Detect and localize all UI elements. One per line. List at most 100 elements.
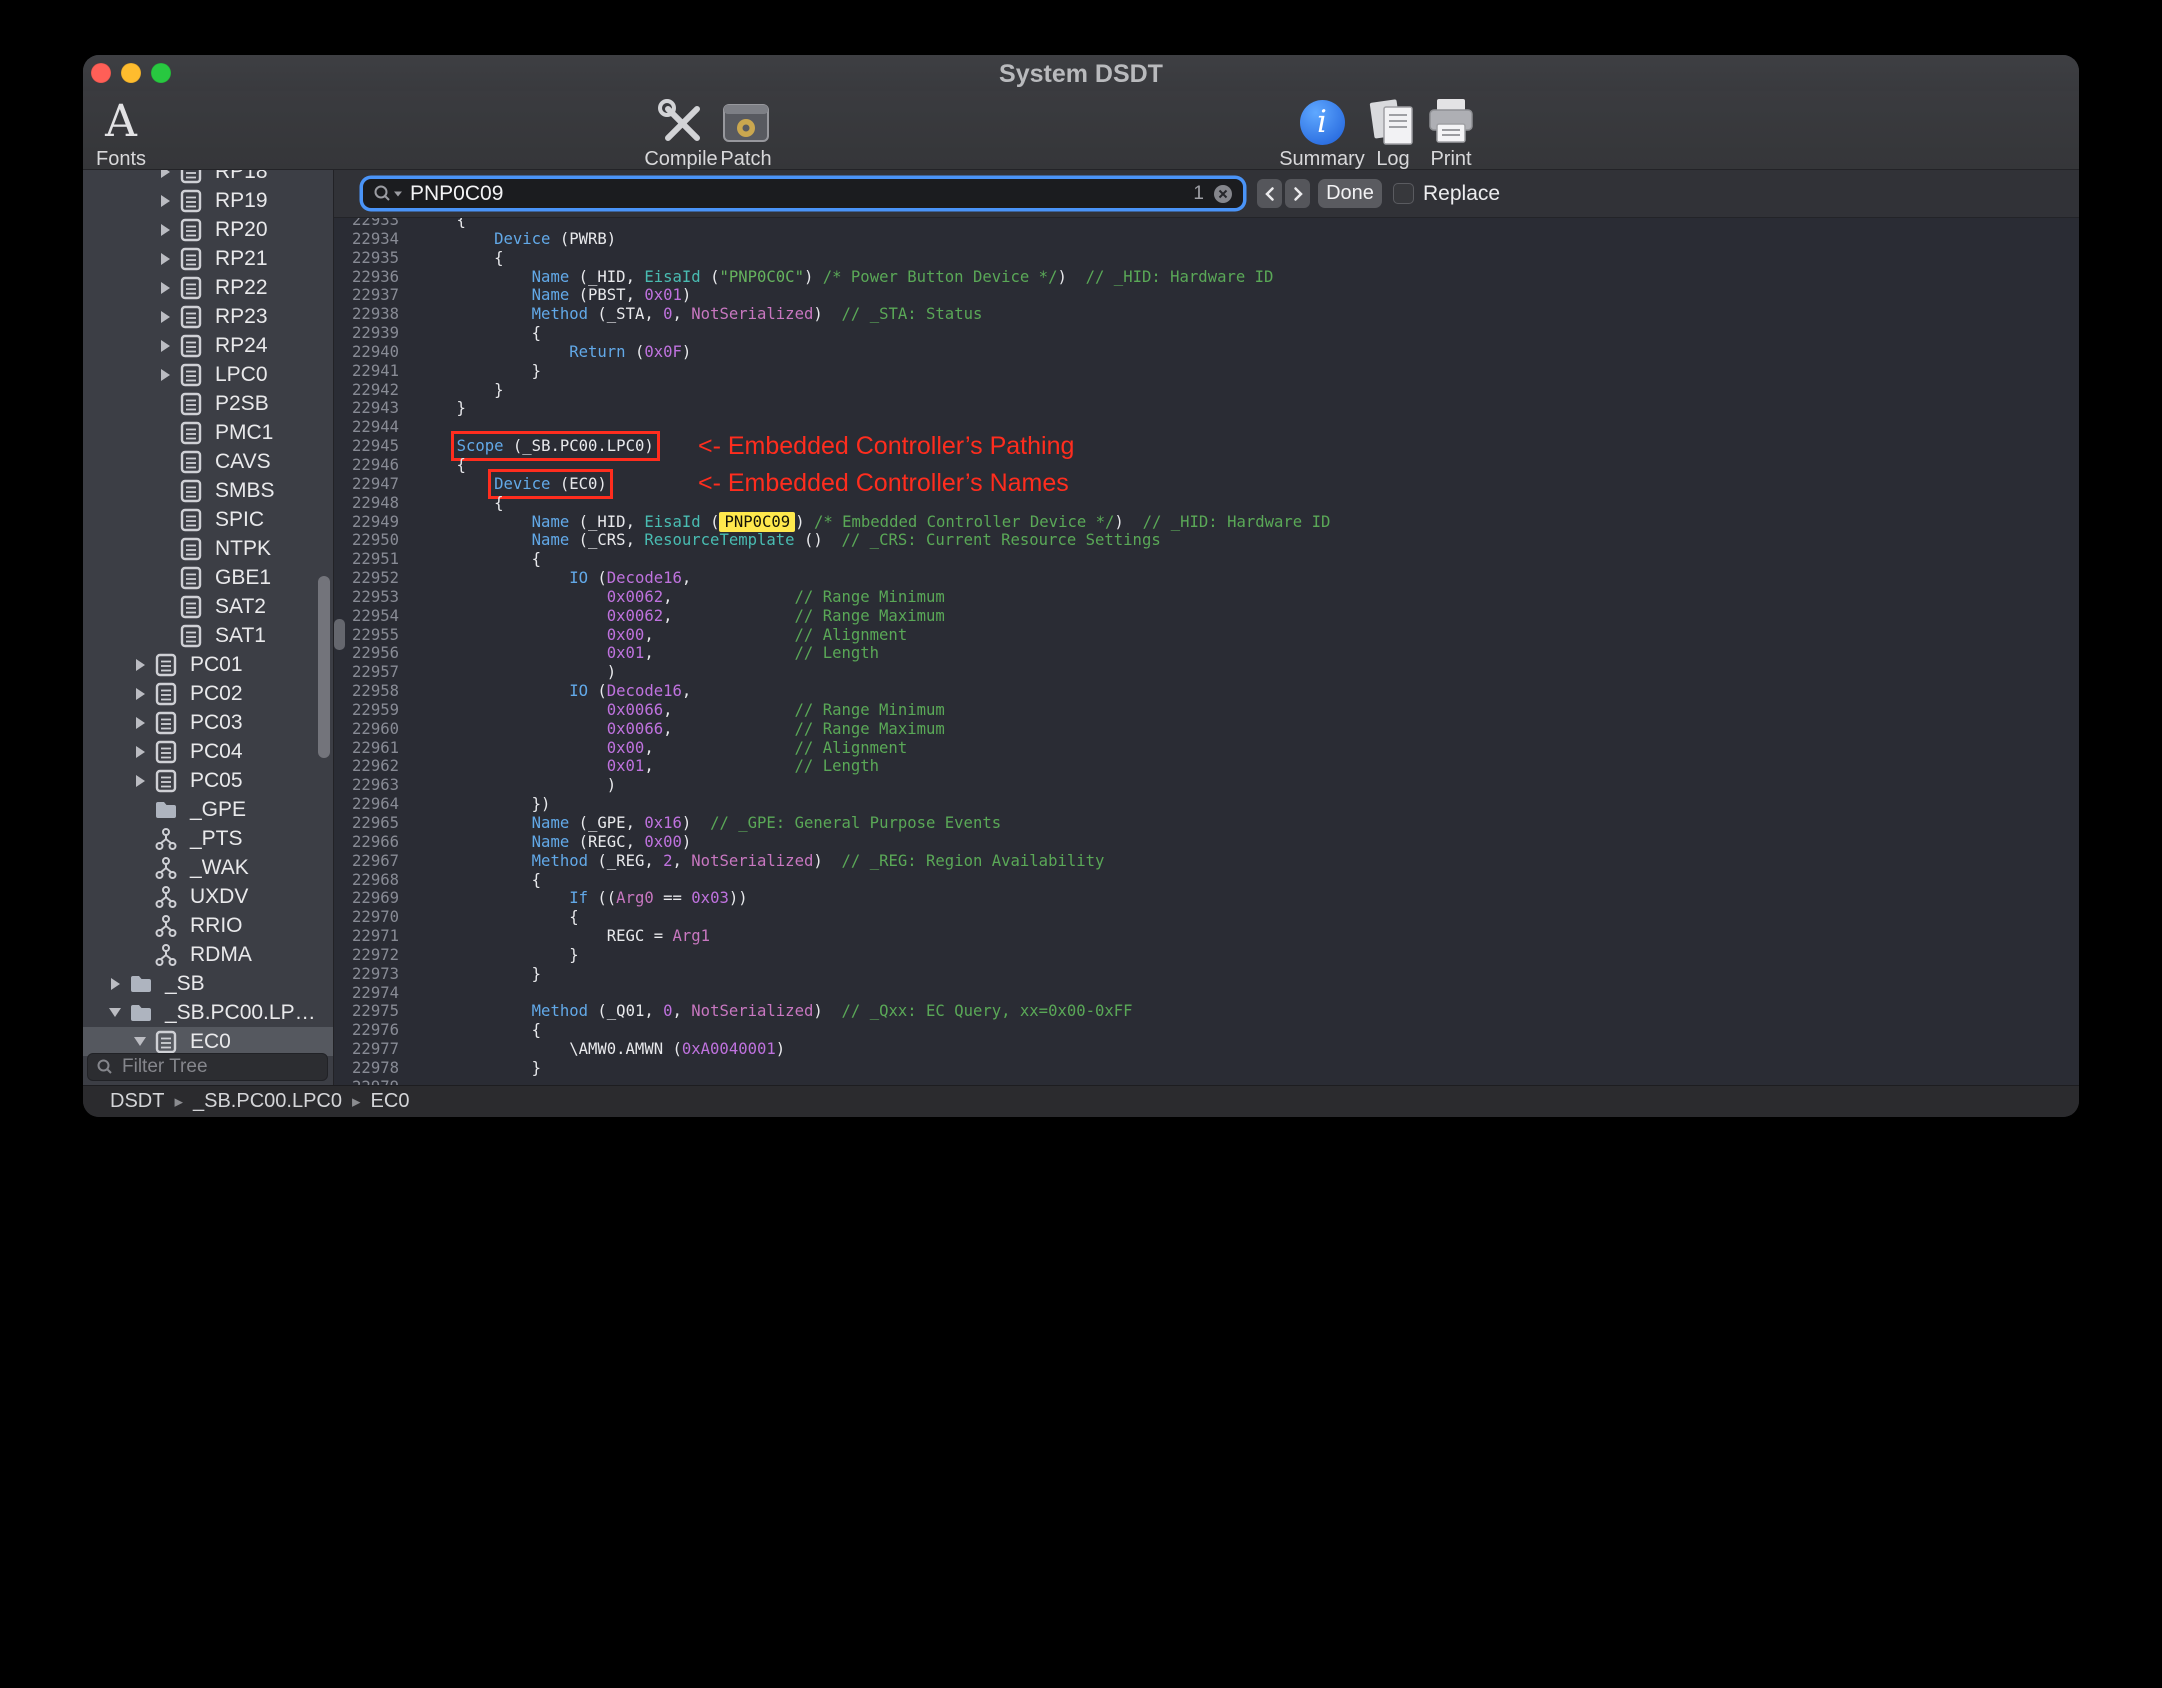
sidebar-tree[interactable]: RP18 RP19 RP20 RP21 RP22 RP23 RP24 LPC0 P2SB PMC1… (83, 170, 333, 1056)
doc-icon (179, 566, 203, 590)
disclosure-closed-icon[interactable] (157, 367, 173, 383)
tree-item-label: _GPE (190, 797, 247, 821)
doc-icon (154, 653, 178, 677)
line-number: 22970 (352, 908, 399, 927)
sidebar-item-sat1[interactable]: SAT1 (83, 621, 333, 650)
disclosure-closed-icon[interactable] (132, 773, 148, 789)
sidebar-item-rrio[interactable]: RRIO (83, 911, 333, 940)
sidebar-item-rp18[interactable]: RP18 (83, 170, 333, 186)
fonts-button[interactable]: A Fonts (83, 97, 166, 171)
sidebar-item-pc04[interactable]: PC04 (83, 737, 333, 766)
line-number: 22953 (352, 587, 399, 606)
app-window: System DSDT A Fonts Compile Patch i Summ… (83, 55, 2079, 1117)
sidebar-item-rp24[interactable]: RP24 (83, 331, 333, 360)
disclosure-closed-icon[interactable] (157, 251, 173, 267)
sidebar: RP18 RP19 RP20 RP21 RP22 RP23 RP24 LPC0 P2SB PMC1… (83, 170, 334, 1085)
line-number: 22967 (352, 851, 399, 870)
breadcrumb-item[interactable]: DSDT (110, 1090, 164, 1113)
code-text: } (419, 964, 542, 983)
method-icon (154, 885, 178, 909)
patch-button[interactable]: Patch (701, 97, 791, 171)
toolbar: A Fonts Compile Patch i Summary Log Prin… (83, 91, 2079, 170)
sidebar-item-p2sb[interactable]: P2SB (83, 389, 333, 418)
disclosure-closed-icon[interactable] (132, 657, 148, 673)
sidebar-item-pc03[interactable]: PC03 (83, 708, 333, 737)
folder-icon (129, 1001, 153, 1025)
code-editor[interactable]: 22933 {22934 Device (PWRB) 22935 {22936 N… (334, 218, 2079, 1085)
sidebar-item-_pts[interactable]: _PTS (83, 824, 333, 853)
breadcrumb-item[interactable]: _SB.PC00.LPC0 (193, 1090, 342, 1113)
disclosure-closed-icon[interactable] (132, 715, 148, 731)
sidebar-item-rp21[interactable]: RP21 (83, 244, 333, 273)
sidebar-scrollbar[interactable] (318, 576, 330, 758)
sidebar-item-pmc1[interactable]: PMC1 (83, 418, 333, 447)
filter-tree-box (87, 1053, 328, 1081)
doc-icon (154, 711, 178, 735)
disclosure-open-icon[interactable] (107, 1005, 123, 1021)
sidebar-item-rp23[interactable]: RP23 (83, 302, 333, 331)
sidebar-item-lpc0[interactable]: LPC0 (83, 360, 333, 389)
sidebar-item-_sb[interactable]: _SB (83, 969, 333, 998)
sidebar-item-gbe1[interactable]: GBE1 (83, 563, 333, 592)
chevron-left-icon (1264, 186, 1274, 201)
sidebar-item-ntpk[interactable]: NTPK (83, 534, 333, 563)
sidebar-item-ec0[interactable]: EC0 (83, 1027, 333, 1056)
line-number: 22956 (352, 644, 399, 663)
disclosure-closed-icon[interactable] (157, 222, 173, 238)
find-next-button[interactable] (1285, 179, 1310, 208)
disclosure-closed-icon[interactable] (157, 338, 173, 354)
sidebar-item-rp19[interactable]: RP19 (83, 186, 333, 215)
disclosure-open-icon[interactable] (132, 1034, 148, 1050)
find-previous-button[interactable] (1257, 179, 1282, 208)
done-button[interactable]: Done (1318, 179, 1382, 208)
disclosure-closed-icon[interactable] (157, 170, 173, 180)
disclosure-closed-icon[interactable] (132, 744, 148, 760)
line-number: 22951 (352, 550, 399, 569)
splitter-handle[interactable] (334, 619, 345, 650)
sidebar-item-pc02[interactable]: PC02 (83, 679, 333, 708)
sidebar-item-sat2[interactable]: SAT2 (83, 592, 333, 621)
code-line: 22941 } (334, 362, 2079, 381)
folder-icon (154, 798, 178, 822)
search-field[interactable]: 1 (363, 179, 1243, 208)
search-input[interactable] (410, 181, 1194, 206)
print-button[interactable]: Print (1406, 97, 1496, 171)
code-text: { (419, 324, 542, 343)
sidebar-item-rp20[interactable]: RP20 (83, 215, 333, 244)
sidebar-item-spic[interactable]: SPIC (83, 505, 333, 534)
tree-item-label: PC01 (190, 652, 243, 676)
method-icon (154, 827, 178, 851)
clear-search-icon[interactable] (1213, 184, 1233, 204)
filter-tree-input[interactable] (120, 1055, 319, 1079)
title-bar: System DSDT (83, 55, 2079, 91)
doc-icon (179, 305, 203, 329)
sidebar-item-smbs[interactable]: SMBS (83, 476, 333, 505)
disclosure-closed-icon[interactable] (157, 309, 173, 325)
tree-item-label: CAVS (215, 449, 271, 473)
replace-checkbox[interactable] (1393, 183, 1414, 204)
line-number: 22948 (352, 493, 399, 512)
code-text: Device (EC0) (419, 468, 613, 499)
sidebar-item-_gpe[interactable]: _GPE (83, 795, 333, 824)
tree-item-label: RP20 (215, 217, 268, 241)
disclosure-closed-icon[interactable] (157, 280, 173, 296)
search-menu-icon[interactable] (373, 184, 404, 204)
disclosure-closed-icon[interactable] (132, 686, 148, 702)
doc-icon (179, 479, 203, 503)
sidebar-item-rdma[interactable]: RDMA (83, 940, 333, 969)
sidebar-item-rp22[interactable]: RP22 (83, 273, 333, 302)
sidebar-item-pc05[interactable]: PC05 (83, 766, 333, 795)
breadcrumb-item[interactable]: EC0 (371, 1090, 410, 1113)
sidebar-item-pc01[interactable]: PC01 (83, 650, 333, 679)
code-line: 22972 } (334, 946, 2079, 965)
sidebar-item-_sbpc00lp[interactable]: _SB.PC00.LP… (83, 998, 333, 1027)
code-text: Name (PBST, 0x01) (531, 286, 692, 305)
sidebar-item-uxdv[interactable]: UXDV (83, 882, 333, 911)
toolbar-label: Patch (720, 148, 772, 170)
disclosure-closed-icon[interactable] (157, 193, 173, 209)
sidebar-item-cavs[interactable]: CAVS (83, 447, 333, 476)
disclosure-closed-icon[interactable] (107, 976, 123, 992)
sidebar-item-_wak[interactable]: _WAK (83, 853, 333, 882)
